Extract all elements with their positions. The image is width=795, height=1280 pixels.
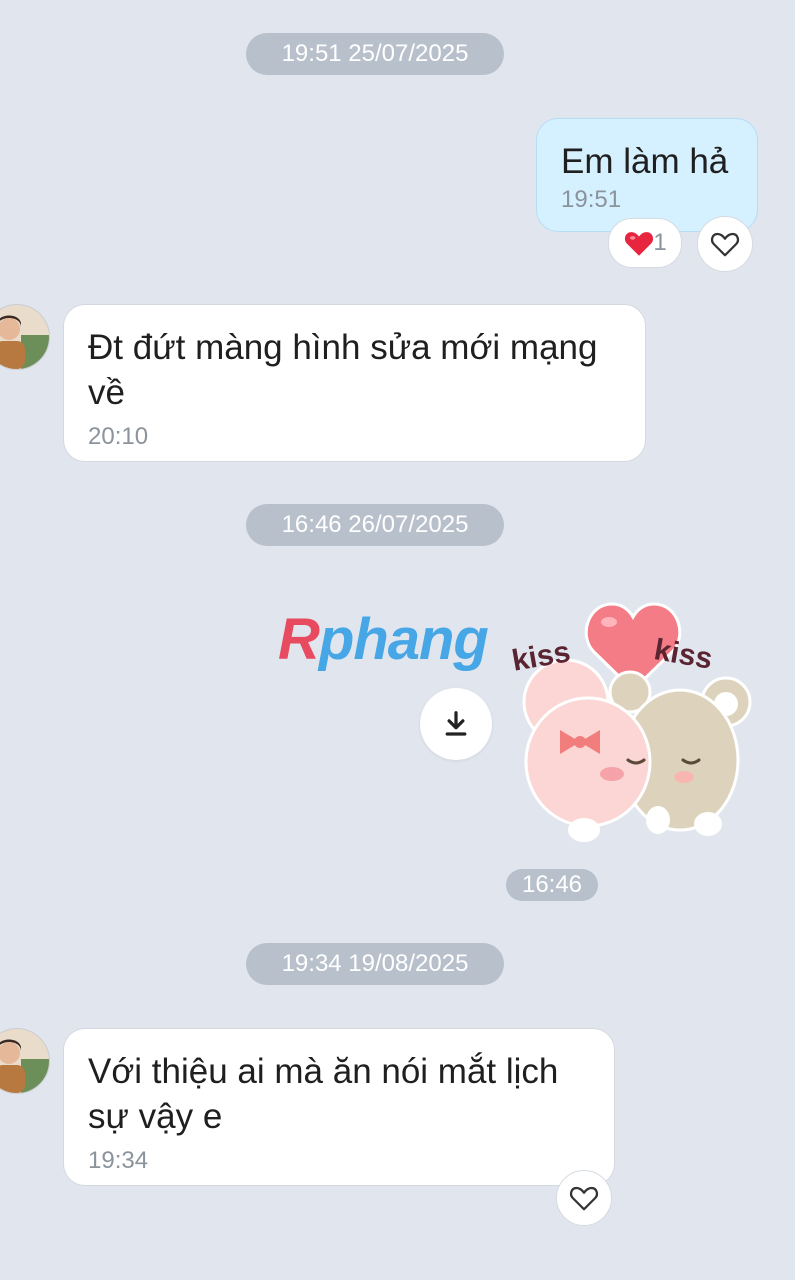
avatar[interactable] — [0, 1028, 50, 1094]
message-time: 20:10 — [88, 423, 149, 450]
message-bubble-outgoing[interactable]: Em làm hả 19:51 — [536, 118, 758, 232]
message-bubble-incoming[interactable]: Đt đứt màng hình sửa mới mạng về 20:10 — [63, 304, 646, 462]
sticker-time: 16:46 — [521, 871, 583, 898]
message-time: 19:51 — [561, 186, 622, 213]
reaction-count: 1 — [653, 229, 667, 256]
date-separator-text: 19:34 19/08/2025 — [281, 950, 469, 977]
download-icon — [441, 709, 471, 739]
message-time: 19:34 — [88, 1147, 149, 1174]
heart-outline-icon — [710, 230, 740, 258]
react-button[interactable] — [556, 1170, 612, 1226]
message-text: Với thiệu ai mà ăn nói mắt lịch sự vậy e — [88, 1052, 559, 1136]
heart-filled-icon — [623, 229, 655, 257]
sticker-image — [522, 602, 752, 842]
date-separator: 19:51 25/07/2025 — [246, 33, 504, 75]
avatar-photo — [0, 305, 49, 369]
react-button[interactable] — [697, 216, 753, 272]
message-bubble-incoming[interactable]: Với thiệu ai mà ăn nói mắt lịch sự vậy e… — [63, 1028, 615, 1186]
message-text: Em làm hả — [561, 142, 729, 181]
date-separator-text: 16:46 26/07/2025 — [281, 511, 469, 538]
avatar[interactable] — [0, 304, 50, 370]
reaction-summary[interactable]: 1 — [608, 218, 682, 268]
date-separator-text: 19:51 25/07/2025 — [281, 40, 469, 67]
sticker-time-badge: 16:46 — [506, 869, 598, 901]
date-separator: 19:34 19/08/2025 — [246, 943, 504, 985]
download-button[interactable] — [420, 688, 492, 760]
avatar-photo — [0, 1029, 49, 1093]
date-separator: 16:46 26/07/2025 — [246, 504, 504, 546]
heart-outline-icon — [569, 1184, 599, 1212]
sticker-kiss-bears[interactable]: kiss kiss — [508, 592, 758, 854]
message-text: Đt đứt màng hình sửa mới mạng về — [88, 328, 598, 412]
watermark-logo: Rphang — [278, 607, 489, 672]
